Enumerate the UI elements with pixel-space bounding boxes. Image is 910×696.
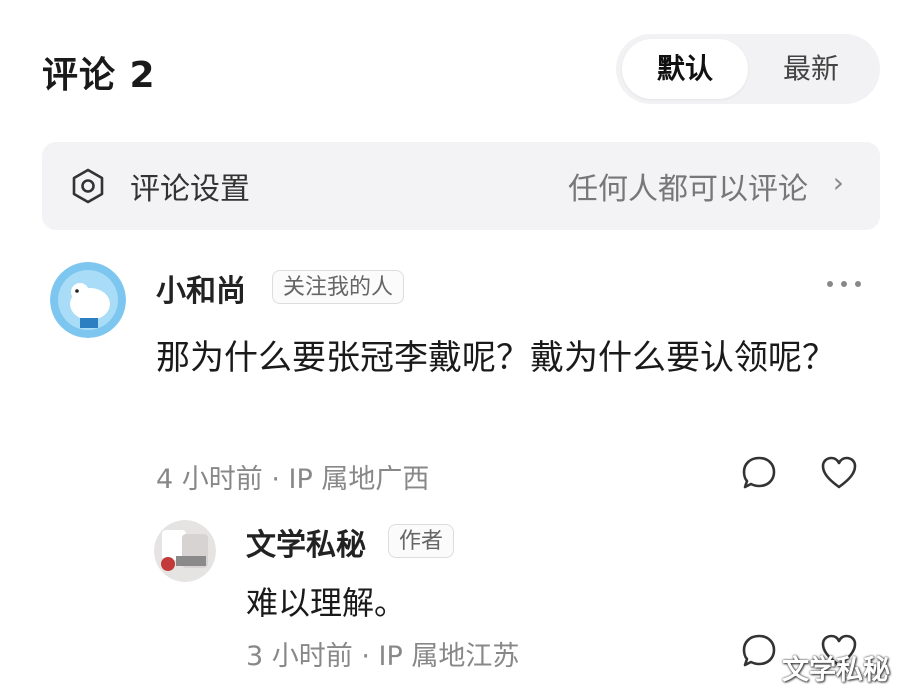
sort-toggle: 默认 最新	[616, 34, 880, 104]
follower-badge: 关注我的人	[272, 270, 405, 304]
comment-content: 难以理解。	[246, 584, 407, 622]
comment-username[interactable]: 小和尚	[156, 266, 246, 310]
comments-header-title: 评论 2	[42, 55, 156, 96]
comment-bubble-icon[interactable]	[740, 454, 778, 492]
settings-icon	[72, 168, 104, 204]
chevron-right-icon: ›	[832, 166, 844, 199]
sort-latest-button[interactable]: 最新	[748, 39, 874, 99]
watermark: 文学私秘	[782, 655, 890, 686]
more-icon[interactable]	[824, 274, 864, 294]
comment-meta: 4 小时前 · IP 属地广西	[156, 464, 430, 495]
comment-meta: 3 小时前 · IP 属地江苏	[246, 641, 520, 672]
author-badge: 作者	[388, 524, 455, 558]
comment-settings-label: 评论设置	[130, 172, 250, 207]
avatar[interactable]	[154, 520, 216, 582]
comment-bubble-icon[interactable]	[740, 632, 778, 670]
sort-default-button[interactable]: 默认	[622, 39, 748, 99]
comment-permission-value: 任何人都可以评论	[568, 172, 808, 207]
comment-settings-row[interactable]: 评论设置 任何人都可以评论 ›	[42, 142, 880, 230]
comment-content: 那为什么要张冠李戴呢？戴为什么要认领呢？	[156, 338, 836, 378]
comment-username[interactable]: 文学私秘	[246, 520, 366, 564]
avatar[interactable]	[50, 262, 126, 338]
heart-icon[interactable]	[820, 454, 858, 492]
